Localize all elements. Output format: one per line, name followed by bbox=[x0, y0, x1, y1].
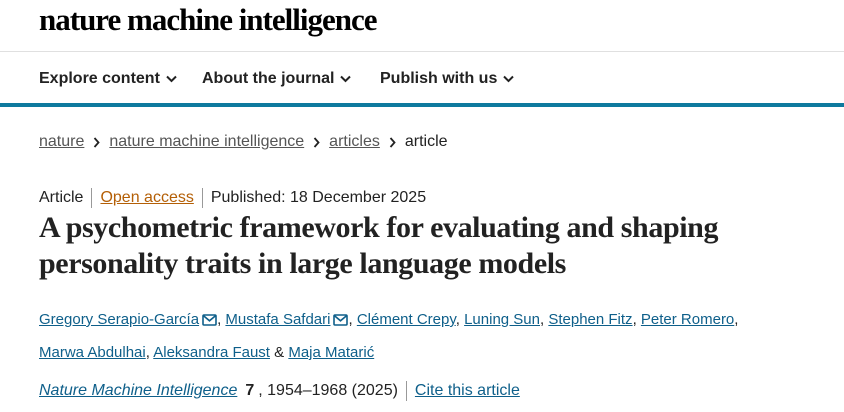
meta-divider bbox=[91, 188, 93, 208]
author-link[interactable]: Stephen Fitz bbox=[548, 311, 632, 328]
nav-explore-content[interactable]: Explore content bbox=[39, 70, 177, 88]
journal-logo[interactable]: nature machine intelligence bbox=[39, 2, 377, 38]
mail-icon[interactable] bbox=[202, 306, 217, 337]
breadcrumb-journal[interactable]: nature machine intelligence bbox=[109, 133, 304, 151]
nav-explore-label: Explore content bbox=[39, 70, 160, 87]
chevron-right-icon bbox=[389, 136, 396, 148]
author-conjunction: & bbox=[274, 344, 285, 361]
chevron-down-icon bbox=[166, 75, 177, 83]
cite-this-article-link[interactable]: Cite this article bbox=[415, 382, 520, 400]
journal-link[interactable]: Nature Machine Intelligence bbox=[39, 382, 237, 400]
author-link[interactable]: Peter Romero bbox=[641, 311, 734, 328]
site-header: nature machine intelligence bbox=[0, 0, 844, 52]
author-link[interactable]: Marwa Abdulhai bbox=[39, 344, 146, 361]
author-separator: , bbox=[455, 311, 460, 328]
main-nav: Explore content About the journal Publis… bbox=[0, 53, 844, 107]
author-separator: , bbox=[540, 311, 545, 328]
nav-publish-with-us[interactable]: Publish with us bbox=[380, 70, 515, 88]
published-date: Published: 18 December 2025 bbox=[210, 189, 427, 206]
nav-about-journal[interactable]: About the journal bbox=[202, 70, 352, 88]
author-list: Gregory Serapio-García, Mustafa Safdari,… bbox=[39, 304, 829, 368]
citation-line: Nature Machine Intelligence 7, 1954–1968… bbox=[39, 381, 520, 401]
author-separator: , bbox=[217, 311, 222, 328]
chevron-right-icon bbox=[313, 136, 320, 148]
nav-about-label: About the journal bbox=[202, 70, 335, 87]
volume-number: 7 bbox=[245, 382, 255, 399]
nav-publish-label: Publish with us bbox=[380, 70, 498, 87]
author-separator: , bbox=[632, 311, 637, 328]
breadcrumb-current: article bbox=[404, 133, 448, 150]
open-access-link[interactable]: Open access bbox=[100, 189, 193, 207]
author-link[interactable]: Mustafa Safdari bbox=[225, 311, 330, 328]
meta-divider bbox=[201, 188, 203, 208]
author-link[interactable]: Clément Crepy bbox=[357, 311, 456, 328]
breadcrumb-nature[interactable]: nature bbox=[39, 133, 84, 151]
page-range: , 1954–1968 (2025) bbox=[258, 382, 398, 399]
author-link[interactable]: Gregory Serapio-García bbox=[39, 311, 199, 328]
citation-divider bbox=[405, 381, 407, 401]
author-link[interactable]: Aleksandra Faust bbox=[153, 344, 270, 361]
mail-icon[interactable] bbox=[333, 306, 349, 337]
breadcrumb-articles[interactable]: articles bbox=[329, 133, 380, 151]
chevron-down-icon bbox=[340, 75, 352, 83]
author-separator: , bbox=[145, 344, 150, 361]
article-meta: Article Open access Published: 18 Decemb… bbox=[39, 188, 426, 208]
author-link[interactable]: Luning Sun bbox=[464, 311, 540, 328]
chevron-down-icon bbox=[503, 75, 515, 83]
breadcrumb: nature nature machine intelligence artic… bbox=[39, 133, 448, 151]
article-title: A psychometric framework for evaluating … bbox=[39, 211, 719, 280]
author-link[interactable]: Maja Matarić bbox=[288, 344, 374, 361]
author-separator: , bbox=[734, 311, 739, 328]
author-separator: , bbox=[348, 311, 353, 328]
article-type: Article bbox=[39, 189, 84, 206]
chevron-right-icon bbox=[93, 136, 101, 148]
